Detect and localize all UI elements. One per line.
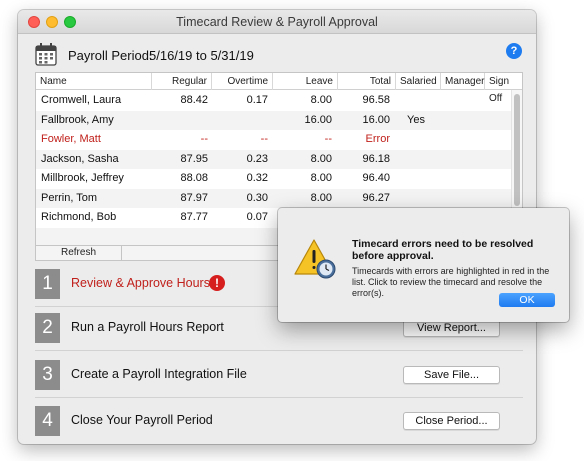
cell-overtime: -- — [260, 133, 268, 145]
table-row[interactable]: Perrin, Tom 87.97 0.30 8.00 96.27 — [36, 188, 512, 209]
cell-regular: 88.42 — [180, 94, 208, 106]
cell-regular: 88.08 — [180, 172, 208, 184]
column-header-salaried[interactable]: Salaried — [396, 73, 441, 90]
table-row[interactable]: Millbrook, Jeffrey 88.08 0.32 8.00 96.40 — [36, 169, 512, 189]
cell-total: 96.40 — [362, 172, 390, 184]
cell-name: Richmond, Bob — [41, 211, 117, 223]
cell-leave: -- — [324, 133, 332, 145]
table-row[interactable]: Cromwell, Laura 88.42 0.17 8.00 96.58 — [36, 91, 512, 111]
cell-regular: 87.95 — [180, 152, 208, 165]
close-window-button[interactable] — [28, 16, 40, 28]
cell-total: Error — [365, 133, 390, 145]
minimize-window-button[interactable] — [46, 16, 58, 28]
help-button[interactable]: ? — [506, 43, 522, 59]
step-label-integration-file: Create a Payroll Integration File — [71, 367, 247, 381]
cell-salaried — [407, 189, 441, 209]
cell-name: Millbrook, Jeffrey — [41, 172, 124, 184]
cell-overtime: 0.07 — [246, 211, 268, 223]
error-alert-dialog: Timecard errors need to be resolved befo… — [278, 208, 569, 322]
save-file-button[interactable]: Save File... — [403, 366, 500, 384]
cell-leave: 8.00 — [310, 94, 332, 106]
cell-leave: 8.00 — [310, 152, 332, 165]
step-label-payroll-report: Run a Payroll Hours Report — [71, 320, 224, 334]
cell-overtime — [212, 111, 268, 131]
cell-salaried — [407, 169, 441, 189]
cell-leave: 16.00 — [304, 113, 332, 126]
calendar-icon — [35, 43, 57, 66]
cell-overtime: 0.30 — [246, 191, 268, 204]
step-number-badge: 2 — [35, 313, 60, 343]
cell-salaried — [407, 91, 441, 111]
step-label-close-period: Close Your Payroll Period — [71, 413, 213, 427]
table-row[interactable]: Fallbrook, Amy 16.00 16.00 Yes — [36, 110, 512, 131]
column-header-manager[interactable]: Manager — [441, 73, 485, 90]
cell-total: 96.58 — [362, 94, 390, 106]
cell-regular: 87.97 — [180, 191, 208, 204]
cell-salaried — [407, 130, 441, 150]
table-header: Name Regular Overtime Leave Total Salari… — [36, 73, 522, 104]
cell-regular: -- — [200, 133, 208, 145]
cell-name: Perrin, Tom — [41, 191, 98, 204]
payroll-period-value: 5/16/19 to 5/31/19 — [149, 48, 254, 63]
step-divider — [35, 350, 523, 351]
table-row-error[interactable]: Fowler, Matt -- -- -- Error — [36, 130, 512, 150]
column-header-regular[interactable]: Regular — [152, 73, 212, 90]
cell-leave: 8.00 — [310, 191, 332, 204]
cell-name: Fallbrook, Amy — [41, 113, 114, 126]
column-header-leave[interactable]: Leave — [273, 73, 338, 90]
cell-salaried: Yes — [407, 113, 425, 126]
cell-regular — [152, 111, 208, 131]
zoom-window-button[interactable] — [64, 16, 76, 28]
title-bar[interactable]: Timecard Review & Payroll Approval — [18, 10, 536, 34]
step-close-period: 4 Close Your Payroll Period Close Period… — [35, 398, 523, 444]
cell-name: Cromwell, Laura — [41, 94, 122, 106]
cell-overtime: 0.32 — [246, 172, 268, 184]
error-alert-icon: ! — [209, 275, 225, 291]
cell-name: Jackson, Sasha — [41, 152, 119, 165]
cell-total: 16.00 — [362, 113, 390, 126]
cell-overtime: 0.17 — [246, 94, 268, 106]
column-header-overtime[interactable]: Overtime — [212, 73, 273, 90]
step-integration-file: 3 Create a Payroll Integration File Save… — [35, 352, 523, 398]
cell-total: 96.18 — [362, 152, 390, 165]
window-title: Timecard Review & Payroll Approval — [176, 15, 378, 29]
column-header-name[interactable]: Name — [36, 73, 152, 90]
cell-salaried — [407, 150, 441, 170]
table-row[interactable]: Jackson, Sasha 87.95 0.23 8.00 96.18 — [36, 149, 512, 170]
dialog-title: Timecard errors need to be resolved befo… — [352, 238, 534, 262]
step-number-badge: 1 — [35, 269, 60, 299]
column-header-total[interactable]: Total — [338, 73, 396, 90]
cell-name: Fowler, Matt — [41, 133, 101, 145]
step-number-badge: 3 — [35, 360, 60, 390]
cell-total: 96.27 — [362, 191, 390, 204]
payroll-period-label: Payroll Period: — [68, 48, 153, 63]
cell-overtime: 0.23 — [246, 152, 268, 165]
column-header-signoff[interactable]: Sign Off — [485, 73, 522, 104]
step-label-review-approve[interactable]: Review & Approve Hours — [71, 276, 210, 290]
close-period-button[interactable]: Close Period... — [403, 412, 500, 430]
ok-button[interactable]: OK — [499, 293, 555, 307]
step-number-badge: 4 — [35, 406, 60, 436]
refresh-button[interactable]: Refresh — [36, 246, 122, 260]
scrollbar-thumb[interactable] — [514, 94, 520, 206]
warning-icon — [294, 239, 336, 279]
cell-regular: 87.77 — [180, 211, 208, 223]
cell-leave: 8.00 — [310, 172, 332, 184]
